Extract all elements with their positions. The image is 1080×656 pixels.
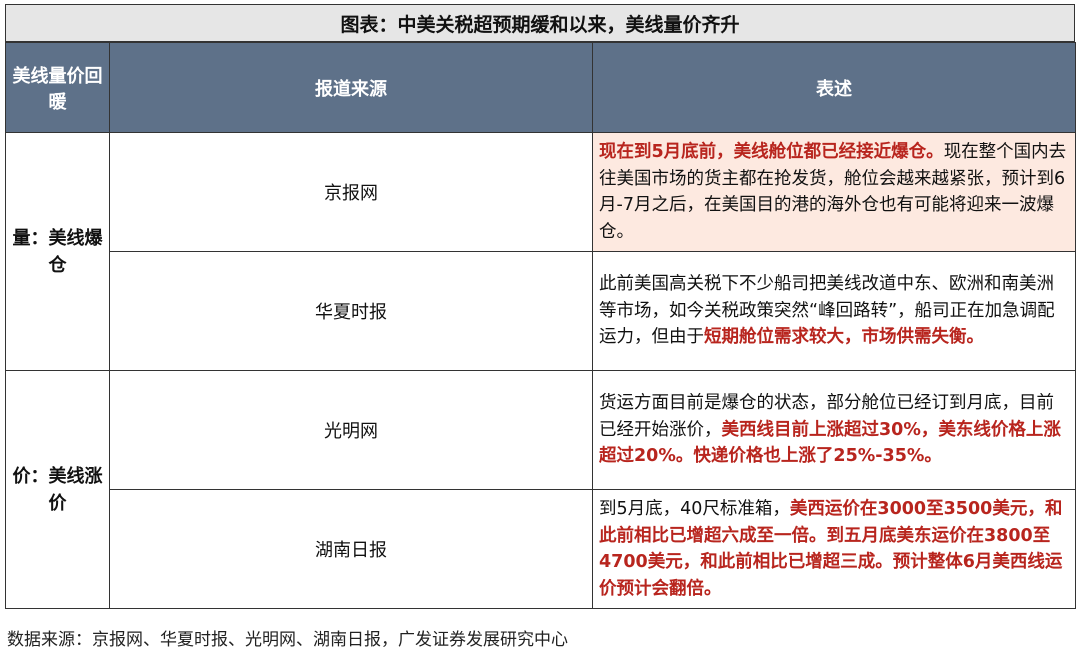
- desc-highlight: 现在到5月底前，美线舱位都已经接近爆仓。: [599, 142, 944, 162]
- header-source: 报道来源: [109, 42, 593, 133]
- description-cell: 此前美国高关税下不少船司把美线改道中东、欧洲和南美洲等市场，如今关税政策突然“峰…: [592, 251, 1076, 371]
- description-cell: 现在到5月底前，美线舱位都已经接近爆仓。现在整个国内去往美国市场的货主都在抢发货…: [592, 132, 1076, 252]
- table-header-row: 美线量价回暖 报道来源 表述: [5, 42, 1076, 133]
- source-cell: 华夏时报: [109, 251, 593, 371]
- source-footnote: 数据来源：京报网、华夏时报、光明网、湖南日报，广发证券发展研究中心: [7, 630, 568, 650]
- header-category: 美线量价回暖: [5, 42, 110, 133]
- news-table: 美线量价回暖 报道来源 表述 量：美线爆仓 京报网 现在到5月底前，美线舱位都已…: [5, 42, 1076, 609]
- source-cell: 湖南日报: [109, 489, 593, 609]
- description-cell: 到5月底，40尺标准箱，美西运价在3000至3500美元，和此前相比已增超六成至…: [592, 489, 1076, 609]
- desc-highlight: 短期舱位需求较大，市场供需失衡。: [704, 327, 984, 348]
- description-cell: 货运方面目前是爆仓的状态，部分舱位已经订到月底，目前已经开始涨价，美西线目前上涨…: [592, 370, 1076, 490]
- header-description: 表述: [592, 42, 1076, 133]
- category-volume: 量：美线爆仓: [5, 132, 110, 371]
- table-row: 华夏时报 此前美国高关税下不少船司把美线改道中东、欧洲和南美洲等市场，如今关税政…: [6, 251, 1076, 371]
- source-cell: 京报网: [109, 132, 593, 252]
- source-cell: 光明网: [109, 370, 593, 490]
- desc-text: 到5月底，40尺标准箱，: [599, 499, 790, 519]
- table-row: 量：美线爆仓 京报网 现在到5月底前，美线舱位都已经接近爆仓。现在整个国内去往美…: [5, 132, 1076, 371]
- table-row: 湖南日报 到5月底，40尺标准箱，美西运价在3000至3500美元，和此前相比已…: [6, 489, 1076, 609]
- table-row: 价：美线涨价 光明网 货运方面目前是爆仓的状态，部分舱位已经订到月底，目前已经开…: [5, 370, 1076, 609]
- chart-title: 图表：中美关税超预期缓和以来，美线量价齐升: [5, 4, 1075, 42]
- category-price: 价：美线涨价: [5, 370, 110, 609]
